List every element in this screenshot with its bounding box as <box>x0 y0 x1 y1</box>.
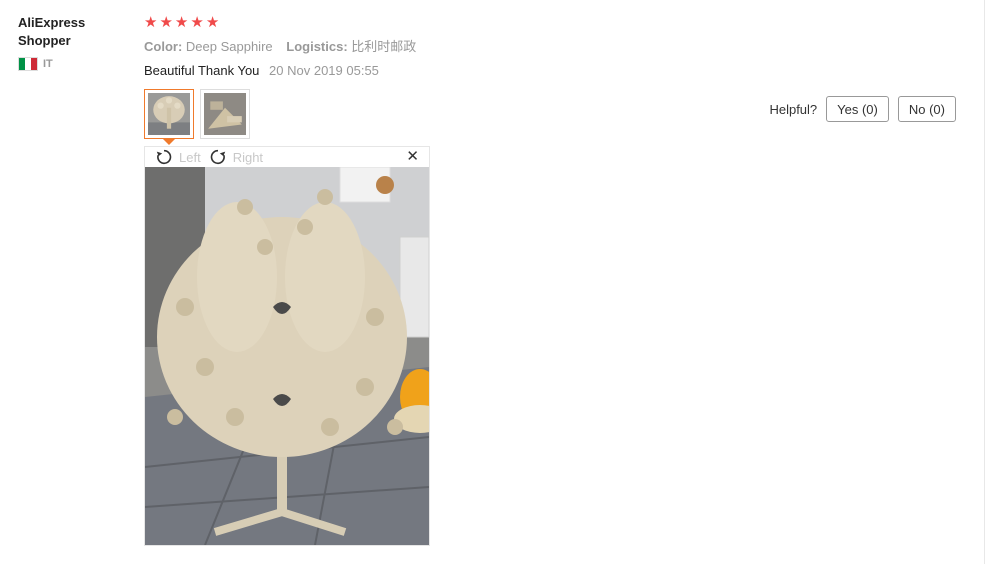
rotate-left-button[interactable]: Left <box>155 148 201 166</box>
star-icon: ★ <box>174 14 189 31</box>
rotate-left-label: Left <box>179 149 201 165</box>
country-code: IT <box>43 58 53 70</box>
buyer-info: AliExpress Shopper IT <box>18 14 128 71</box>
star-icon: ★ <box>205 14 220 31</box>
viewer-toolbar: Left Right <box>145 147 429 167</box>
rotate-right-icon <box>210 149 225 165</box>
star-icon: ★ <box>190 14 204 31</box>
attribute-label: Logistics: <box>286 39 348 54</box>
review-content: Beautiful Thank You 20 Nov 2019 05:55 <box>144 62 964 80</box>
buyer-name: AliExpress Shopper <box>18 15 86 48</box>
rotate-right-label: Right <box>232 149 264 165</box>
review-date: 20 Nov 2019 05:55 <box>269 63 379 78</box>
star-rating: ★ ★ ★ ★ ★ <box>144 14 964 32</box>
helpful-votes: Helpful? Yes (0) No (0) <box>769 96 956 122</box>
attribute-value: 比利时邮政 <box>351 39 417 54</box>
italy-flag-icon <box>18 57 38 71</box>
rotate-left-icon <box>156 149 172 165</box>
vote-yes-button[interactable]: Yes (0) <box>826 96 889 122</box>
tree-photo-image <box>145 167 429 545</box>
photo-viewer: Left Right ✕ <box>144 146 430 546</box>
attribute-value: Deep Sapphire <box>185 39 273 54</box>
review-item: AliExpress Shopper IT ★ ★ ★ ★ ★ Color: D… <box>0 0 985 564</box>
vote-no-button[interactable]: No (0) <box>897 96 956 122</box>
attribute-label: Color: <box>144 39 183 54</box>
attribute-color: Color: Deep Sapphire <box>144 39 276 54</box>
tree-photo-thumbnail-image <box>204 93 246 135</box>
helpful-label: Helpful? <box>769 101 818 117</box>
attribute-logistics: Logistics: 比利时邮政 <box>286 39 416 54</box>
photo-thumbnail-1[interactable] <box>144 89 194 145</box>
product-attributes: Color: Deep Sapphire Logistics: 比利时邮政 <box>144 38 964 56</box>
rotate-right-button[interactable]: Right <box>209 148 263 166</box>
photo-thumbnail-2[interactable] <box>200 89 250 139</box>
buyer-country: IT <box>18 57 128 71</box>
tree-photo-thumbnail-image <box>148 93 190 135</box>
star-icon: ★ <box>159 14 173 31</box>
close-icon[interactable]: ✕ <box>406 148 419 166</box>
review-text: Beautiful Thank You <box>144 63 260 78</box>
star-icon: ★ <box>144 14 158 31</box>
